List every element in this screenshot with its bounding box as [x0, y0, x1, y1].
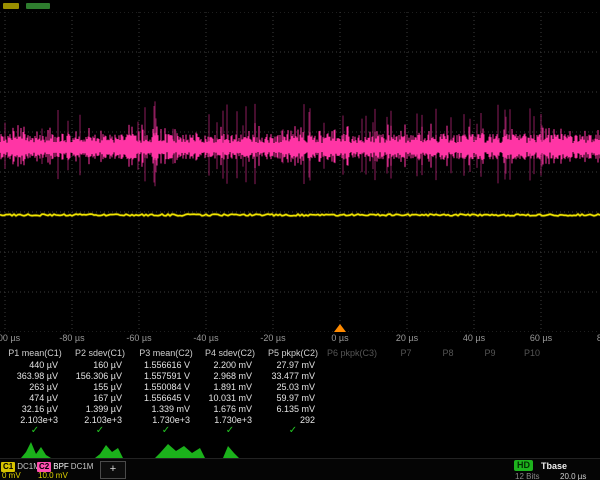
- status-check-icon: ✓: [224, 425, 236, 436]
- measure-value: 27.97 mV: [237, 360, 315, 370]
- time-axis-label: 0 µs: [310, 333, 370, 343]
- plus-icon: +: [110, 463, 116, 475]
- status-check-icon: ✓: [160, 425, 172, 436]
- measure-header-10[interactable]: P10: [490, 348, 574, 358]
- trigger-time-marker-icon[interactable]: [334, 324, 346, 332]
- time-axis-label: -60 µs: [109, 333, 169, 343]
- time-axis-label: 40 µs: [444, 333, 504, 343]
- histicon[interactable]: [95, 445, 123, 458]
- status-indicator-icon: [3, 3, 19, 9]
- histicon[interactable]: [155, 444, 205, 458]
- measure-value: 160 µV: [44, 360, 122, 370]
- status-check-icon: ✓: [94, 425, 106, 436]
- histicon[interactable]: [223, 446, 239, 458]
- measure-value: 1.399 µV: [44, 404, 122, 414]
- measure-value: 2.103e+3: [44, 415, 122, 425]
- c2-filter-label: BPF: [53, 462, 69, 471]
- tbase-label: Tbase: [541, 461, 567, 471]
- status-indicator-icon: [26, 3, 50, 9]
- measure-value: 6.135 mV: [237, 404, 315, 414]
- measure-value: 292: [237, 415, 315, 425]
- c1-offset-value: 0 mV: [2, 471, 21, 480]
- histicon[interactable]: [21, 442, 51, 458]
- time-axis-label: -80 µs: [42, 333, 102, 343]
- c1-vdiv-value: 10.0 mV: [38, 471, 68, 480]
- hd-bits-label: 12 Bits: [515, 472, 539, 480]
- measure-value: 155 µV: [44, 382, 122, 392]
- measure-value: 25.03 mV: [237, 382, 315, 392]
- time-axis-label: -20 µs: [243, 333, 303, 343]
- measure-value: 33.477 mV: [237, 371, 315, 381]
- time-axis-label: 20 µs: [377, 333, 437, 343]
- descriptor-bar: C1 DC1M C2 BPF DC1M 0 mV 10.0 mV + HD Tb…: [0, 458, 600, 480]
- measure-value: 59.97 mV: [237, 393, 315, 403]
- c2-coupling: DC1M: [71, 462, 94, 471]
- waveform-grid[interactable]: [0, 12, 600, 332]
- status-check-icon: ✓: [29, 425, 41, 436]
- measure-value: 156.306 µV: [44, 371, 122, 381]
- time-axis-label: 60 µs: [511, 333, 571, 343]
- time-axis-label: -40 µs: [176, 333, 236, 343]
- add-trace-button[interactable]: +: [100, 461, 126, 479]
- timebase-descriptor[interactable]: HD Tbase 12 Bits 20.0 µs: [514, 460, 600, 480]
- tbase-value: 20.0 µs: [560, 472, 586, 480]
- measure-table: P1 mean(C1)P2 sdev(C1)P3 mean(C2)P4 sdev…: [0, 347, 600, 437]
- oscilloscope-screen: -100 µs -80 µs -60 µs -40 µs -20 µs 0 µs 20 µs…: [0, 0, 600, 480]
- time-axis-label: 80 µs: [578, 333, 600, 343]
- measure-value: 167 µV: [44, 393, 122, 403]
- top-status-strip: [0, 0, 600, 12]
- time-axis: -100 µs -80 µs -60 µs -40 µs -20 µs 0 µs 20 µs…: [0, 333, 600, 347]
- hd-badge: HD: [514, 460, 533, 471]
- c2-tag: C2: [37, 462, 51, 472]
- c1-tag: C1: [1, 462, 15, 472]
- time-axis-label: -100 µs: [0, 333, 35, 343]
- status-check-icon: ✓: [287, 425, 299, 436]
- measure-histicons: [0, 437, 600, 458]
